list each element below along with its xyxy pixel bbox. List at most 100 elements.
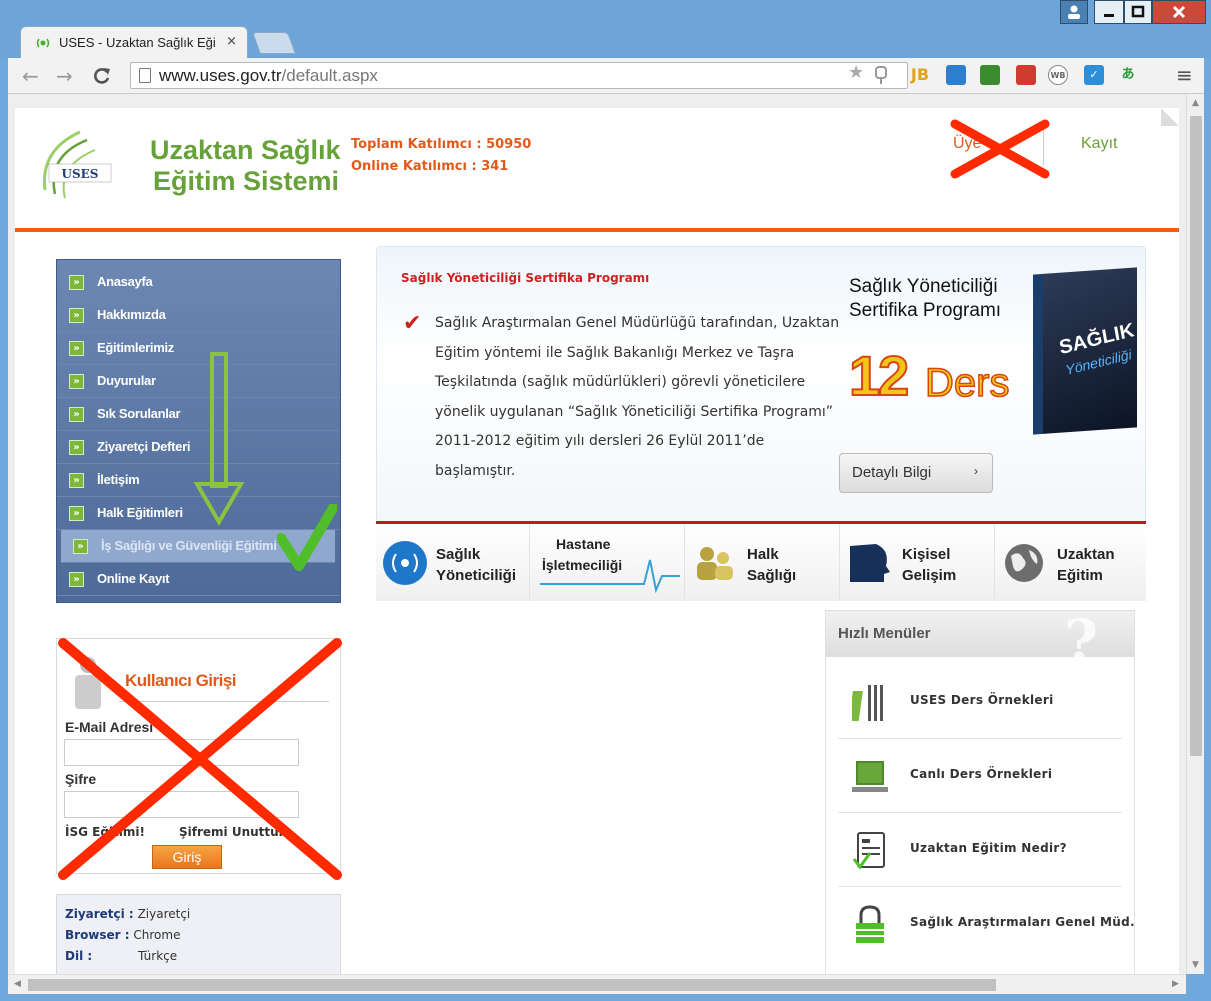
quick-item-canli-ders[interactable]: Canlı Ders Örnekleri	[838, 739, 1122, 813]
nav-item-anasayfa[interactable]: » Anasayfa	[57, 266, 340, 299]
category-bar: Sağlık Yöneticiliği Hastane İşletmeciliği …	[376, 521, 1146, 601]
nav-bullet-icon: »	[69, 374, 84, 389]
red-cross-mark	[950, 119, 1050, 179]
page-viewport: USES Uzaktan Sağlık Eğitim Sistemi Topla…	[8, 94, 1186, 974]
isg-training-link[interactable]: İSG Eğitimi!	[65, 825, 145, 839]
grid-extension-icon[interactable]	[1016, 65, 1036, 85]
language-row: Dil : Türkçe	[65, 949, 178, 963]
maximize-icon	[1131, 5, 1145, 18]
browser-tab[interactable]: USES - Uzaktan Sağlık Eği ×	[20, 26, 248, 58]
category-kisisel-gelisim[interactable]: Kişisel Gelişim	[840, 524, 995, 601]
nav-bullet-icon: »	[69, 275, 84, 290]
password-field[interactable]	[64, 791, 299, 818]
user-profile-button[interactable]	[1060, 0, 1088, 24]
heartbeat-icon	[540, 559, 680, 594]
site-name-line1: Uzaktan Sağlık	[150, 135, 341, 165]
jetbrains-extension-icon[interactable]: JB	[910, 65, 930, 85]
login-button[interactable]: Giriş	[152, 845, 222, 869]
check-extension-icon[interactable]: ✓	[1084, 65, 1104, 85]
globe-icon	[1005, 544, 1043, 582]
nav-bullet-icon: »	[69, 440, 84, 455]
browser-toolbar: ← → www.uses.gov.tr/default.aspx ★ JB WB…	[8, 58, 1204, 94]
nav-bullet-icon: »	[69, 407, 84, 422]
nav-bullet-icon: »	[69, 308, 84, 323]
url-text: www.uses.gov.tr/default.aspx	[159, 66, 378, 85]
sidebar-nav: » Anasayfa » Hakkımızda » Eğitimlerimiz » Du…	[56, 259, 341, 603]
laptop-icon	[852, 761, 888, 792]
details-button-label: Detaylı Bilgi	[852, 464, 932, 481]
online-participants: Online Katılımcı : 341	[351, 159, 509, 174]
user-silhouette-icon	[75, 657, 101, 709]
new-tab-button[interactable]	[251, 32, 297, 54]
scroll-left-arrow-icon[interactable]: ◀	[14, 979, 21, 989]
scroll-right-arrow-icon[interactable]: ▶	[1172, 979, 1179, 989]
minimize-icon	[1104, 14, 1114, 17]
tab-title: USES - Uzaktan Sağlık Eği	[59, 35, 216, 50]
browser-row: Browser : Chrome	[65, 928, 181, 942]
reload-icon[interactable]	[92, 66, 112, 86]
address-bar[interactable]: www.uses.gov.tr/default.aspx	[130, 62, 908, 89]
uses-logo-icon[interactable]: USES	[35, 120, 125, 206]
tab-close-button[interactable]: ×	[226, 34, 237, 49]
register-link[interactable]: Kayıt	[1081, 135, 1117, 153]
quick-item-uzaktan-egitim[interactable]: Uzaktan Eğitim Nedir?	[838, 813, 1122, 887]
broadcast-icon	[383, 541, 427, 585]
login-title-rule	[119, 701, 329, 702]
forward-arrow-icon[interactable]: →	[56, 64, 73, 88]
maximize-button[interactable]	[1124, 0, 1152, 24]
visitor-row: Ziyaretçi : Ziyaretçi	[65, 907, 191, 921]
lock-icon	[856, 905, 884, 943]
menu-icon[interactable]: ≡	[1176, 63, 1193, 87]
bookmark-star-icon[interactable]: ★	[848, 62, 864, 83]
audio-playing-icon	[36, 38, 50, 48]
people-icon	[697, 547, 733, 580]
nav-label: Anasayfa	[97, 274, 153, 289]
category-saglik-yoneticiligi[interactable]: Sağlık Yöneticiliği	[376, 524, 530, 601]
category-label: Sağlığı	[747, 567, 797, 584]
nav-label: İletişim	[97, 472, 140, 487]
translate-extension-icon[interactable]: あ	[1118, 65, 1138, 85]
key-icon[interactable]	[874, 66, 888, 86]
quick-menu-header: Hızlı Menüler ?	[826, 607, 1134, 675]
green-down-arrow	[193, 352, 245, 526]
quick-item-ders-ornekleri[interactable]: USES Ders Örnekleri	[838, 665, 1122, 739]
vertical-scroll-thumb[interactable]	[1190, 116, 1202, 756]
wb-extension-icon[interactable]: WB	[1048, 65, 1068, 85]
books-icon	[852, 685, 883, 721]
nav-bullet-icon: »	[73, 539, 88, 554]
site-header: USES Uzaktan Sağlık Eğitim Sistemi Topla…	[15, 108, 1179, 228]
page-fold	[1161, 108, 1179, 126]
green-check-icon	[277, 504, 337, 571]
nav-item-hakkimizda[interactable]: » Hakkımızda	[57, 299, 340, 332]
scroll-up-arrow-icon[interactable]: ▲	[1192, 98, 1199, 108]
category-label: Hastane	[556, 536, 611, 552]
login-panel: Kullanıcı Girişi E-Mail Adresi Şifre İSG…	[56, 638, 342, 880]
category-halk-sagligi[interactable]: Halk Sağlığı	[685, 524, 840, 601]
category-label: Yöneticiliği	[436, 567, 517, 584]
category-label: Sağlık	[436, 546, 481, 563]
email-field[interactable]	[64, 739, 299, 766]
user-icon	[1068, 5, 1080, 19]
horizontal-scroll-thumb[interactable]	[28, 979, 996, 991]
vertical-scrollbar[interactable]: ▲ ▼	[1186, 94, 1204, 974]
back-arrow-icon[interactable]: ←	[22, 64, 39, 88]
forgot-password-link[interactable]: Şifremi Unuttum	[179, 825, 291, 839]
email-label: E-Mail Adresi	[65, 719, 154, 735]
category-hastane-isletmeciligi[interactable]: Hastane İşletmeciliği	[530, 524, 685, 601]
owl-extension-icon[interactable]	[980, 65, 1000, 85]
quick-item-saglik-arastirmalari[interactable]: Sağlık Araştırmaları Genel Müd.	[838, 887, 1135, 961]
close-window-button[interactable]	[1152, 0, 1206, 24]
category-uzaktan-egitim[interactable]: Uzaktan Eğitim	[995, 524, 1146, 601]
nav-bullet-icon: »	[69, 506, 84, 521]
minimize-button[interactable]	[1094, 0, 1124, 24]
horizontal-scrollbar[interactable]: ◀ ▶	[8, 974, 1186, 994]
scroll-down-arrow-icon[interactable]: ▼	[1192, 960, 1199, 970]
nav-bullet-icon: »	[69, 341, 84, 356]
site-name-line2: Eğitim Sistemi	[153, 166, 340, 196]
quick-menu-title: Hızlı Menüler	[838, 625, 931, 642]
details-button[interactable]: Detaylı Bilgi ›	[839, 453, 993, 493]
login-title: Kullanıcı Girişi	[125, 671, 237, 690]
quick-item-label: USES Ders Örnekleri	[910, 693, 1054, 707]
window-extension-icon[interactable]	[946, 65, 966, 85]
banner-title: Sağlık Yöneticiliği Sertifika Programı	[401, 271, 650, 285]
